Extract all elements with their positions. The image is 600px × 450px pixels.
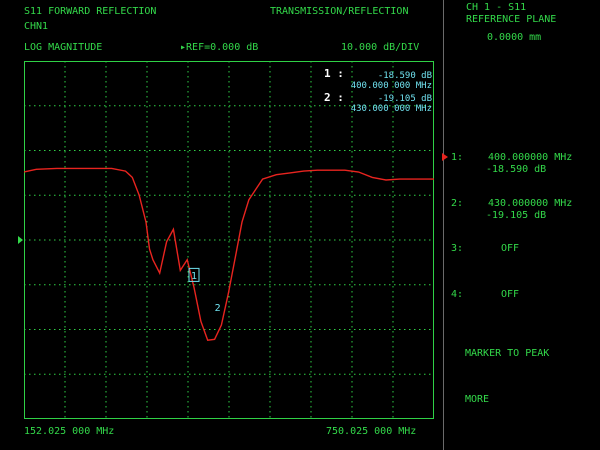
plot-marker-1-label: 1 [191,271,197,282]
softkey-subtitle: REFERENCE PLANE [466,14,557,25]
reference-position-arrow-icon [18,236,23,244]
readout-1-freq: 400.000 000 MHz [351,81,432,91]
marker-to-peak-label: MARKER TO PEAK [465,348,550,359]
softkey-marker-2-value: -19.105 dB [486,210,547,221]
readout-1-value: -18.590 dB [378,71,432,81]
softkey-more[interactable]: MORE [448,392,598,432]
format-label: LOG MAGNITUDE [24,42,103,53]
channel-label: CHN1 [24,21,49,32]
softkey-marker-3-state: OFF [501,243,520,254]
readout-2-num: 2 : [324,91,344,104]
mode-label: TRANSMISSION/REFLECTION [270,6,409,17]
scale-label: 10.000 dB/DIV [341,42,420,53]
softkey-marker-1-num: 1: [451,152,464,163]
reference-plane-value: 0.0000 mm [487,32,542,43]
readout-1-num: 1 : [324,67,344,80]
start-frequency: 152.025 000 MHz [24,426,115,437]
readout-2-freq: 430.000 000 MHz [351,104,432,114]
s11-trace [24,167,434,341]
softkey-marker-4-num: 4: [451,289,464,300]
softkey-divider [443,0,444,450]
softkey-marker-1[interactable]: 1: 400.000000 MHz -18.590 dB [442,150,598,190]
trace-plot: 1 2 1 : -18.590 dB 400.000 000 MHz 2 : -… [24,61,434,419]
softkey-marker-1-value: -18.590 dB [486,164,547,175]
measurement-title: S11 FORWARD REFLECTION [24,6,157,17]
softkey-marker-1-freq: 400.000000 MHz [488,152,573,163]
softkey-marker-2[interactable]: 2: 430.000000 MHz -19.105 dB [448,196,598,236]
softkey-title: CH 1 - S11 [466,2,527,13]
more-label: MORE [465,394,490,405]
plot-grid [24,61,434,419]
softkey-marker-3-num: 3: [451,243,464,254]
readout-2-value: -19.105 dB [378,94,432,104]
plot-marker-1[interactable]: 1 [188,267,200,282]
softkey-marker-3[interactable]: 3: OFF [448,241,598,281]
softkey-marker-2-num: 2: [451,198,464,209]
stop-frequency: 750.025 000 MHz [326,426,417,437]
softkey-marker-4-state: OFF [501,289,520,300]
reference-level: ▸REF=0.000 dB [180,42,258,53]
softkey-marker-4[interactable]: 4: OFF [448,287,598,327]
softkey-marker-2-freq: 430.000000 MHz [488,198,573,209]
plot-marker-2[interactable]: 2 [215,303,221,314]
plot-marker-2-label: 2 [215,303,221,314]
marker-readout: 1 : -18.590 dB 400.000 000 MHz 2 : -19.1… [324,67,432,114]
reference-value: REF=0.000 dB [186,42,259,53]
active-marker-arrow-icon [442,153,448,161]
softkey-marker-to-peak[interactable]: MARKER TO PEAK [448,346,598,386]
